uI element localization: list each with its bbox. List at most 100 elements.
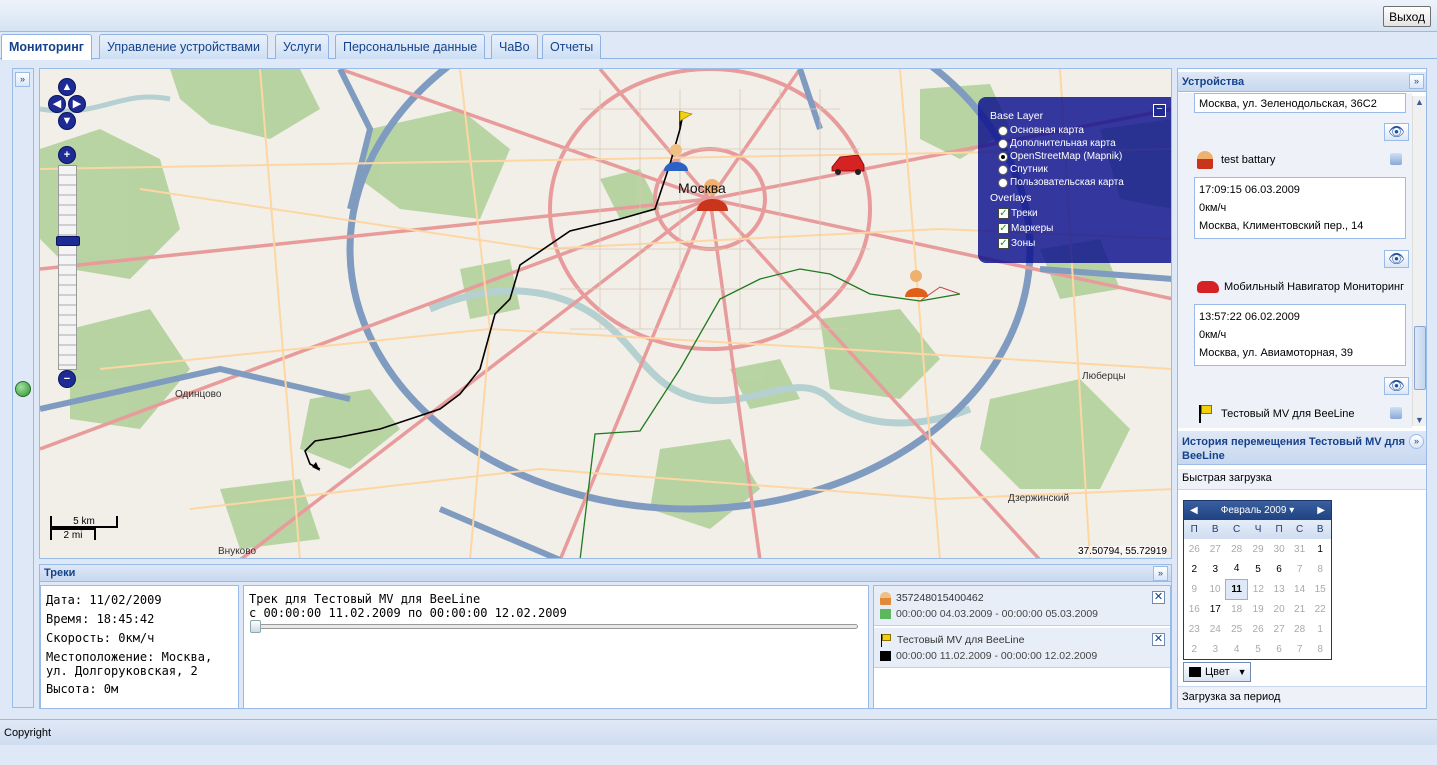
- calendar-day[interactable]: 31: [1289, 539, 1310, 559]
- calendar-day[interactable]: 1: [1310, 539, 1331, 559]
- calendar-day[interactable]: 15: [1310, 579, 1331, 599]
- overlay-option[interactable]: ✓ Зоны: [990, 236, 1165, 251]
- collapse-icon[interactable]: »: [1153, 566, 1168, 581]
- layer-option[interactable]: Дополнительная карта: [990, 137, 1165, 150]
- calendar-day[interactable]: 24: [1205, 619, 1226, 639]
- period-load-header[interactable]: Загрузка за период: [1178, 686, 1426, 708]
- calendar-day[interactable]: 6: [1269, 559, 1290, 579]
- pan-down-icon[interactable]: ▼: [58, 112, 76, 130]
- calendar-day[interactable]: 27: [1269, 619, 1290, 639]
- calendar-day[interactable]: 22: [1310, 599, 1331, 619]
- checkbox-checked[interactable]: ✓: [998, 223, 1009, 234]
- expand-left-icon[interactable]: »: [15, 72, 30, 87]
- calendar-day[interactable]: 5: [1247, 559, 1268, 579]
- calendar-day[interactable]: 9: [1184, 579, 1205, 599]
- tab-personal-data[interactable]: Персональные данные: [335, 34, 486, 59]
- calendar-day[interactable]: 17: [1205, 599, 1226, 619]
- calendar-day[interactable]: 29: [1247, 539, 1268, 559]
- logout-button[interactable]: Выход: [1383, 6, 1431, 27]
- track-slider[interactable]: [250, 620, 858, 633]
- radio-button[interactable]: [998, 164, 1008, 175]
- track-list-item[interactable]: 357248015400462 00:00:00 04.03.2009 - 00…: [874, 586, 1170, 626]
- calendar-day[interactable]: 3: [1205, 639, 1226, 659]
- pan-right-icon[interactable]: ▶: [68, 95, 86, 113]
- zoom-slider[interactable]: [56, 165, 80, 370]
- eye-icon[interactable]: 👁: [1384, 123, 1409, 141]
- radio-button[interactable]: [998, 177, 1008, 188]
- month-selector[interactable]: Февраль 2009 ▾: [1221, 505, 1294, 516]
- layer-option[interactable]: Спутник: [990, 163, 1165, 176]
- tab-monitoring[interactable]: Мониторинг: [1, 34, 92, 60]
- device-item[interactable]: Тестовый MV для BeeLine: [1194, 402, 1406, 426]
- locate-device-icon[interactable]: [1390, 407, 1402, 419]
- track-list-item[interactable]: Тестовый MV для BeeLine 00:00:00 11.02.2…: [874, 628, 1170, 668]
- overlay-option[interactable]: ✓ Маркеры: [990, 221, 1165, 236]
- calendar-day[interactable]: 21: [1289, 599, 1310, 619]
- calendar-day[interactable]: 11: [1225, 578, 1248, 600]
- zoom-slider-handle[interactable]: [56, 236, 80, 246]
- scroll-up-icon[interactable]: ▲: [1415, 97, 1424, 107]
- locate-device-icon[interactable]: [1390, 153, 1402, 165]
- calendar-day[interactable]: 2: [1184, 559, 1205, 579]
- color-button[interactable]: Цвет ▼: [1183, 662, 1251, 682]
- scroll-down-icon[interactable]: ▼: [1415, 415, 1424, 425]
- eye-icon[interactable]: 👁: [1384, 250, 1409, 268]
- radio-button[interactable]: [998, 138, 1008, 149]
- calendar-day[interactable]: 26: [1184, 539, 1205, 559]
- track-slider-thumb[interactable]: [250, 620, 261, 633]
- calendar-day[interactable]: 7: [1289, 639, 1310, 659]
- collapse-history-icon[interactable]: »: [1409, 434, 1424, 449]
- minimize-icon[interactable]: −: [1153, 104, 1166, 117]
- calendar-day[interactable]: 1: [1310, 619, 1331, 639]
- layer-option[interactable]: Пользовательская карта: [990, 176, 1165, 189]
- calendar-day[interactable]: 2: [1184, 639, 1205, 659]
- calendar-day[interactable]: 13: [1269, 579, 1290, 599]
- overlay-option[interactable]: ✓ Треки: [990, 206, 1165, 221]
- calendar-day[interactable]: 23: [1184, 619, 1205, 639]
- calendar-day[interactable]: 3: [1205, 559, 1226, 579]
- calendar-day[interactable]: 10: [1205, 579, 1226, 599]
- remove-track-button[interactable]: ✕: [1152, 591, 1165, 604]
- zoom-in-icon[interactable]: +: [58, 146, 76, 164]
- zoom-out-icon[interactable]: −: [58, 370, 76, 388]
- tab-services[interactable]: Услуги: [275, 34, 330, 59]
- calendar-day[interactable]: 19: [1247, 599, 1268, 619]
- globe-icon[interactable]: [15, 381, 31, 397]
- calendar-day[interactable]: 28: [1226, 539, 1247, 559]
- calendar-day[interactable]: 5: [1247, 639, 1268, 659]
- calendar-day[interactable]: 27: [1205, 539, 1226, 559]
- device-list-scrollbar[interactable]: ▲ ▼: [1412, 96, 1426, 426]
- calendar-day[interactable]: 14: [1289, 579, 1310, 599]
- calendar-day[interactable]: 4: [1226, 559, 1247, 579]
- eye-icon[interactable]: 👁: [1384, 377, 1409, 395]
- layer-option[interactable]: Основная карта: [990, 124, 1165, 137]
- tab-device-management[interactable]: Управление устройствами: [99, 34, 268, 59]
- radio-button[interactable]: [998, 125, 1008, 136]
- calendar-day[interactable]: 25: [1226, 619, 1247, 639]
- prev-month-icon[interactable]: ◀: [1190, 505, 1198, 516]
- scrollbar-thumb[interactable]: [1414, 326, 1426, 390]
- tab-faq[interactable]: ЧаВо: [491, 34, 538, 59]
- next-month-icon[interactable]: ▶: [1317, 505, 1325, 516]
- map-view[interactable]: Москва Одинцово Внуково Люберцы Дзержинс…: [39, 68, 1172, 559]
- pan-up-icon[interactable]: ▲: [58, 78, 76, 96]
- layer-option[interactable]: OpenStreetMap (Mapnik): [990, 150, 1165, 163]
- calendar-day[interactable]: 26: [1247, 619, 1268, 639]
- calendar-day[interactable]: 8: [1310, 559, 1331, 579]
- calendar-day[interactable]: 4: [1226, 639, 1247, 659]
- calendar-day[interactable]: 28: [1289, 619, 1310, 639]
- radio-button-selected[interactable]: [998, 151, 1008, 162]
- pan-left-icon[interactable]: ◀: [48, 95, 66, 113]
- tab-reports[interactable]: Отчеты: [542, 34, 602, 59]
- device-item[interactable]: test battary: [1194, 148, 1406, 172]
- calendar-day[interactable]: 6: [1269, 639, 1290, 659]
- calendar-day[interactable]: 12: [1247, 579, 1268, 599]
- calendar-day[interactable]: 20: [1269, 599, 1290, 619]
- device-item[interactable]: Мобильный Навигатор Мониторинг: [1194, 275, 1410, 299]
- calendar-day[interactable]: 16: [1184, 599, 1205, 619]
- collapse-right-icon[interactable]: »: [1409, 74, 1424, 89]
- calendar-day[interactable]: 8: [1310, 639, 1331, 659]
- remove-track-button[interactable]: ✕: [1152, 633, 1165, 646]
- calendar-day[interactable]: 7: [1289, 559, 1310, 579]
- checkbox-checked[interactable]: ✓: [998, 208, 1009, 219]
